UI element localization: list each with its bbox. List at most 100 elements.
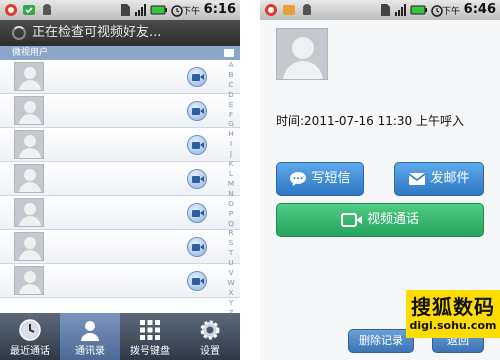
alphabet-index-letter[interactable]: I (224, 139, 238, 149)
alphabet-index-letter[interactable]: R (224, 228, 238, 238)
battery-icon (150, 5, 167, 15)
notification-icon (5, 4, 17, 16)
video-call-button[interactable]: 视频通话 (276, 203, 484, 237)
app-notification-icon (283, 5, 295, 15)
alphabet-index-letter[interactable]: U (224, 258, 238, 268)
status-time: 6:16 (203, 2, 236, 17)
video-camera-icon (192, 210, 200, 217)
alphabet-index-letter[interactable]: P (224, 209, 238, 219)
alphabet-index-letter[interactable]: H (224, 129, 238, 139)
gear-icon (200, 320, 220, 340)
alphabet-index-letter[interactable]: O (224, 199, 238, 209)
contact-row[interactable] (0, 162, 240, 196)
video-call-button[interactable] (187, 169, 207, 189)
alphabet-index[interactable]: ABCDEFGHIJKLMNOPQRSTUVWXYZ# (224, 60, 238, 327)
call-time-text: 时间:2011-07-16 11:30 上午呼入 (276, 114, 464, 128)
contacts-screen: 下午 6:16 正在检查可视频好友... 微视用户 ABCDEFGHIJKLMN… (0, 0, 240, 360)
alphabet-index-letter[interactable]: W (224, 278, 238, 288)
contact-list: ABCDEFGHIJKLMNOPQRSTUVWXYZ# (0, 60, 240, 327)
chat-bubble-icon (290, 171, 307, 186)
email-button[interactable]: 发邮件 (394, 162, 484, 196)
video-call-button[interactable] (187, 271, 207, 291)
status-ampm: 下午 (441, 7, 460, 17)
delete-record-button[interactable]: 删除记录 (348, 329, 414, 353)
alphabet-index-letter[interactable]: Q (224, 219, 238, 229)
dialpad-icon (140, 320, 160, 340)
notification-icon (265, 4, 277, 16)
section-header: 微视用户 (0, 46, 240, 60)
alphabet-index-letter[interactable]: T (224, 248, 238, 258)
alphabet-index-letter[interactable]: V (224, 268, 238, 278)
video-camera-icon (192, 244, 200, 251)
signal-icon (135, 4, 146, 16)
avatar (14, 62, 44, 91)
alphabet-index-letter[interactable]: F (224, 110, 238, 120)
sd-card-icon (381, 4, 390, 16)
tab-dialpad[interactable]: 拨号键盘 (120, 313, 180, 360)
tab-recent-calls[interactable]: 最近通话 (0, 313, 60, 360)
video-camera-icon (192, 74, 200, 81)
avatar (14, 266, 44, 295)
alphabet-index-letter[interactable]: A (224, 60, 238, 70)
android-icon (303, 4, 311, 15)
sms-button[interactable]: 写短信 (276, 162, 364, 196)
tab-contacts[interactable]: 通讯录 (60, 313, 120, 360)
contact-row[interactable] (0, 230, 240, 264)
alphabet-index-letter[interactable]: E (224, 100, 238, 110)
loading-status-bar: 正在检查可视频好友... (0, 20, 240, 46)
video-camera-icon (192, 142, 200, 149)
avatar (14, 96, 44, 125)
contact-row[interactable] (0, 264, 240, 298)
section-title: 微视用户 (12, 48, 49, 58)
alphabet-index-letter[interactable]: Y (224, 298, 238, 308)
android-icon (43, 4, 51, 15)
avatar (14, 232, 44, 261)
video-camera-icon (340, 212, 362, 227)
app-notification-icon (23, 5, 35, 15)
tab-settings[interactable]: 设置 (180, 313, 240, 360)
status-time: 6:46 (463, 2, 496, 17)
contact-row[interactable] (0, 94, 240, 128)
video-mini-icon (224, 49, 234, 57)
alphabet-index-letter[interactable]: S (224, 238, 238, 248)
watermark-title: 搜狐数码 (411, 295, 495, 319)
contact-avatar (276, 28, 328, 80)
status-bar: 下午 6:46 (260, 0, 500, 20)
alphabet-index-letter[interactable]: X (224, 288, 238, 298)
contact-row[interactable] (0, 60, 240, 94)
video-call-button[interactable] (187, 237, 207, 257)
watermark-url: digi.sohu.com (409, 319, 497, 332)
alphabet-index-letter[interactable]: D (224, 90, 238, 100)
video-call-button[interactable] (187, 135, 207, 155)
video-camera-icon (192, 176, 200, 183)
alphabet-index-letter[interactable]: M (224, 179, 238, 189)
status-bar: 下午 6:16 (0, 0, 240, 20)
avatar (14, 198, 44, 227)
status-ampm: 下午 (181, 7, 200, 17)
video-call-button[interactable] (187, 203, 207, 223)
video-call-button[interactable] (187, 67, 207, 87)
alphabet-index-letter[interactable]: B (224, 70, 238, 80)
video-call-button[interactable] (187, 101, 207, 121)
alphabet-index-letter[interactable]: N (224, 189, 238, 199)
alphabet-index-letter[interactable]: K (224, 159, 238, 169)
bottom-tab-bar: 最近通话 通讯录 拨号键盘 设置 (0, 313, 240, 360)
signal-icon (395, 4, 406, 16)
avatar (14, 130, 44, 159)
loading-status-text: 正在检查可视频好友... (32, 25, 162, 40)
alphabet-index-letter[interactable]: G (224, 119, 238, 129)
contacts-icon (81, 321, 99, 341)
alphabet-index-letter[interactable]: C (224, 80, 238, 90)
battery-icon (410, 5, 427, 15)
contact-row[interactable] (0, 128, 240, 162)
loading-spinner-icon (12, 26, 26, 40)
contact-row[interactable] (0, 196, 240, 230)
alphabet-index-letter[interactable]: L (224, 169, 238, 179)
clock-icon (19, 319, 41, 341)
video-camera-icon (192, 108, 200, 115)
alphabet-index-letter[interactable]: J (224, 149, 238, 159)
sohu-watermark: 搜狐数码 digi.sohu.com (406, 290, 500, 338)
sd-card-icon (121, 4, 130, 16)
envelope-icon (409, 172, 426, 185)
video-camera-icon (192, 278, 200, 285)
